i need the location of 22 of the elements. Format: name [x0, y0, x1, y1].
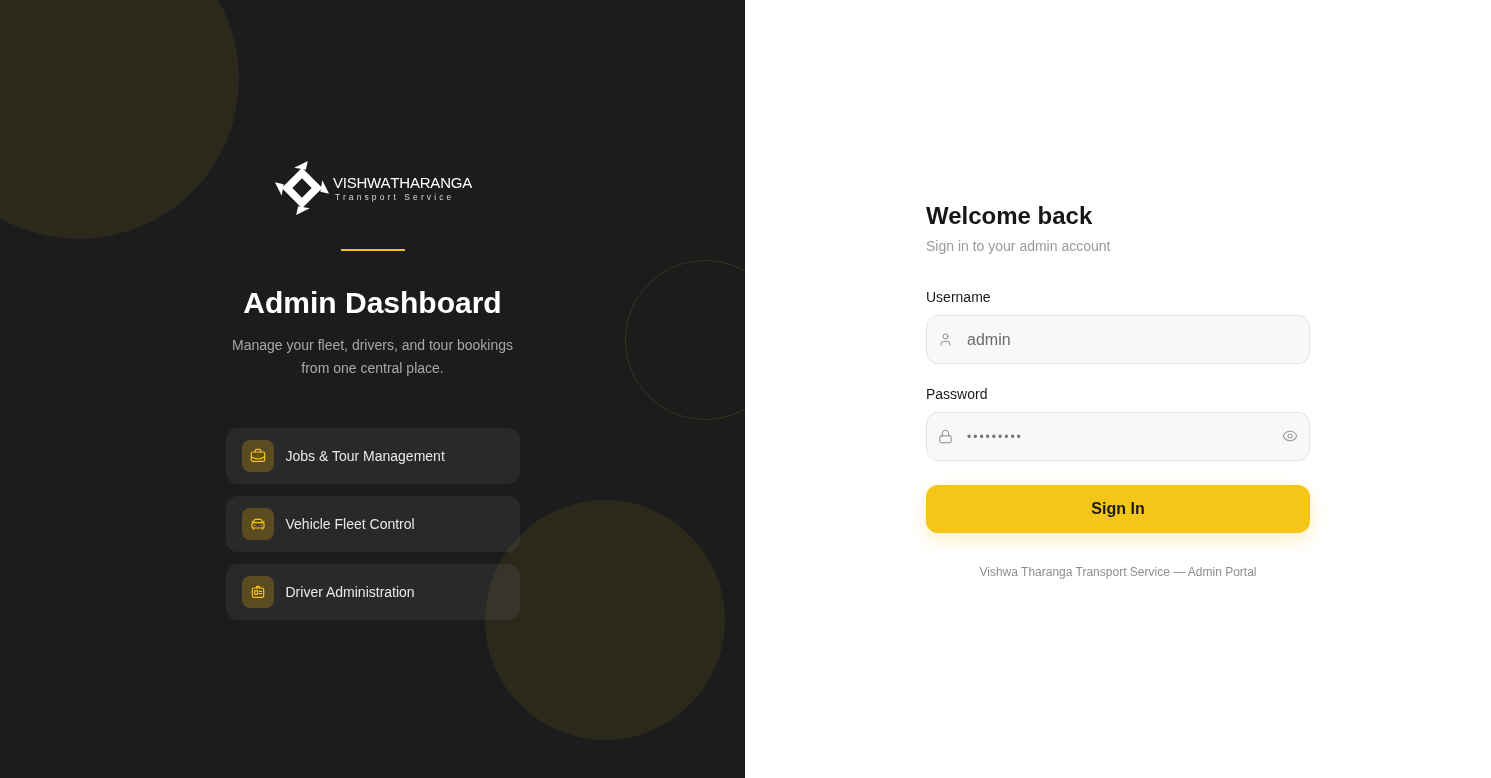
eye-icon[interactable]: [1282, 428, 1298, 444]
logo-wordmark: VISHWATHARANGA: [332, 173, 473, 192]
feature-label: Driver Administration: [285, 582, 415, 602]
field-label: Password: [926, 385, 988, 404]
user-icon: [938, 332, 953, 347]
brand-subtitle: Manage your fleet, drivers, and tour bookings from one central place.: [231, 336, 514, 378]
login-subtitle: Sign in to your admin account: [926, 237, 1111, 256]
username-field[interactable]: admin: [926, 315, 1310, 364]
brand-title: Admin Dashboard: [243, 285, 502, 321]
lock-icon: [938, 429, 953, 444]
field-label: Username: [926, 288, 991, 307]
password-field[interactable]: •••••••••: [926, 412, 1310, 461]
sign-in-button[interactable]: Sign In: [926, 485, 1310, 533]
id-badge-icon: [241, 576, 274, 608]
car-icon: [241, 508, 274, 540]
briefcase-icon: [241, 440, 274, 472]
logo-mark-icon: [272, 159, 331, 217]
login-title: Welcome back: [926, 201, 1093, 231]
feature-label: Jobs & Tour Management: [285, 446, 445, 466]
logo-tagline: Transport Service: [334, 191, 456, 203]
footer-text: Vishwa Tharanga Transport Service — Admin Portal: [979, 564, 1257, 581]
feature-label: Vehicle Fleet Control: [285, 514, 415, 534]
